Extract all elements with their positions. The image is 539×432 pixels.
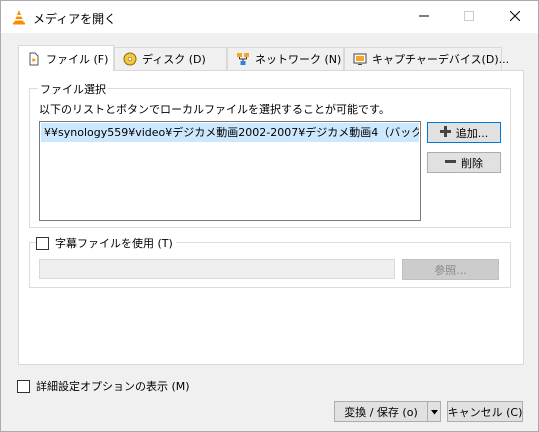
advanced-options-row[interactable]: 詳細設定オプションの表示 (M) [17,378,190,394]
tab-disc-label: ディスク (D) [142,53,206,66]
subtitle-checkbox-row[interactable]: 字幕ファイルを使用 (T) [36,235,176,251]
file-tab-panel: ファイル選択 以下のリストとボタンでローカルファイルを選択することが可能です。 … [18,70,524,365]
advanced-options-checkbox[interactable] [17,379,30,393]
file-icon [27,52,41,66]
tab-file[interactable]: ファイル (F) [18,45,114,71]
subtitle-group: 字幕ファイルを使用 (T) 参照... [29,235,511,288]
capture-device-icon [353,52,367,66]
close-icon [509,10,520,24]
subtitle-checkbox[interactable] [36,236,49,250]
tab-disc[interactable]: ディスク (D) [114,47,227,70]
remove-file-label: 削除 [461,156,483,170]
cancel-label: キャンセル (C) [447,405,523,419]
file-list[interactable]: ¥¥synology559¥video¥デジカメ動画2002-2007¥デジカメ… [39,121,421,221]
add-file-button[interactable]: 追加... [427,122,501,143]
convert-save-button[interactable]: 変換 / 保存 (o) [334,401,428,422]
disc-icon [123,52,137,66]
maximize-button[interactable] [446,1,491,33]
file-selection-group-label: ファイル選択 [38,81,108,97]
minus-icon [445,156,456,170]
cancel-button[interactable]: キャンセル (C) [447,401,523,422]
open-media-dialog: メディアを開く ファイル (F) ディスク (D) ネットワーク (N) キャプ… [0,0,539,432]
convert-save-label: 変換 / 保存 (o) [344,405,418,419]
tab-file-label: ファイル (F) [46,52,109,66]
subtitle-checkbox-label: 字幕ファイルを使用 (T) [55,237,173,250]
chevron-down-icon [430,405,438,418]
subtitle-path-input [39,259,395,279]
vlc-cone-icon [11,9,27,25]
file-selection-group: ファイル選択 以下のリストとボタンでローカルファイルを選択することが可能です。 … [29,81,511,228]
browse-subtitle-button: 参照... [402,259,499,280]
tab-network-label: ネットワーク (N) [255,53,342,66]
minimize-icon [418,11,429,24]
tab-capture-device-label: キャプチャーデバイス(D)... [372,53,510,66]
remove-file-button[interactable]: 削除 [427,152,501,173]
tab-network[interactable]: ネットワーク (N) [227,47,344,70]
title-bar[interactable]: メディアを開く [1,1,538,33]
window-title: メディアを開く [33,12,117,26]
close-button[interactable] [492,1,537,33]
minimize-button[interactable] [401,1,446,33]
convert-dropdown-button[interactable] [428,401,441,422]
browse-subtitle-label: 参照... [434,263,467,277]
plus-icon [439,125,451,140]
network-icon [236,52,250,66]
maximize-icon [463,10,474,24]
add-file-label: 追加... [455,126,489,140]
file-selection-description: 以下のリストとボタンでローカルファイルを選択することが可能です。 [39,103,390,116]
list-item[interactable]: ¥¥synology559¥video¥デジカメ動画2002-2007¥デジカメ… [41,123,419,142]
tab-capture-device[interactable]: キャプチャーデバイス(D)... [344,47,509,70]
advanced-options-label: 詳細設定オプションの表示 (M) [36,380,190,393]
